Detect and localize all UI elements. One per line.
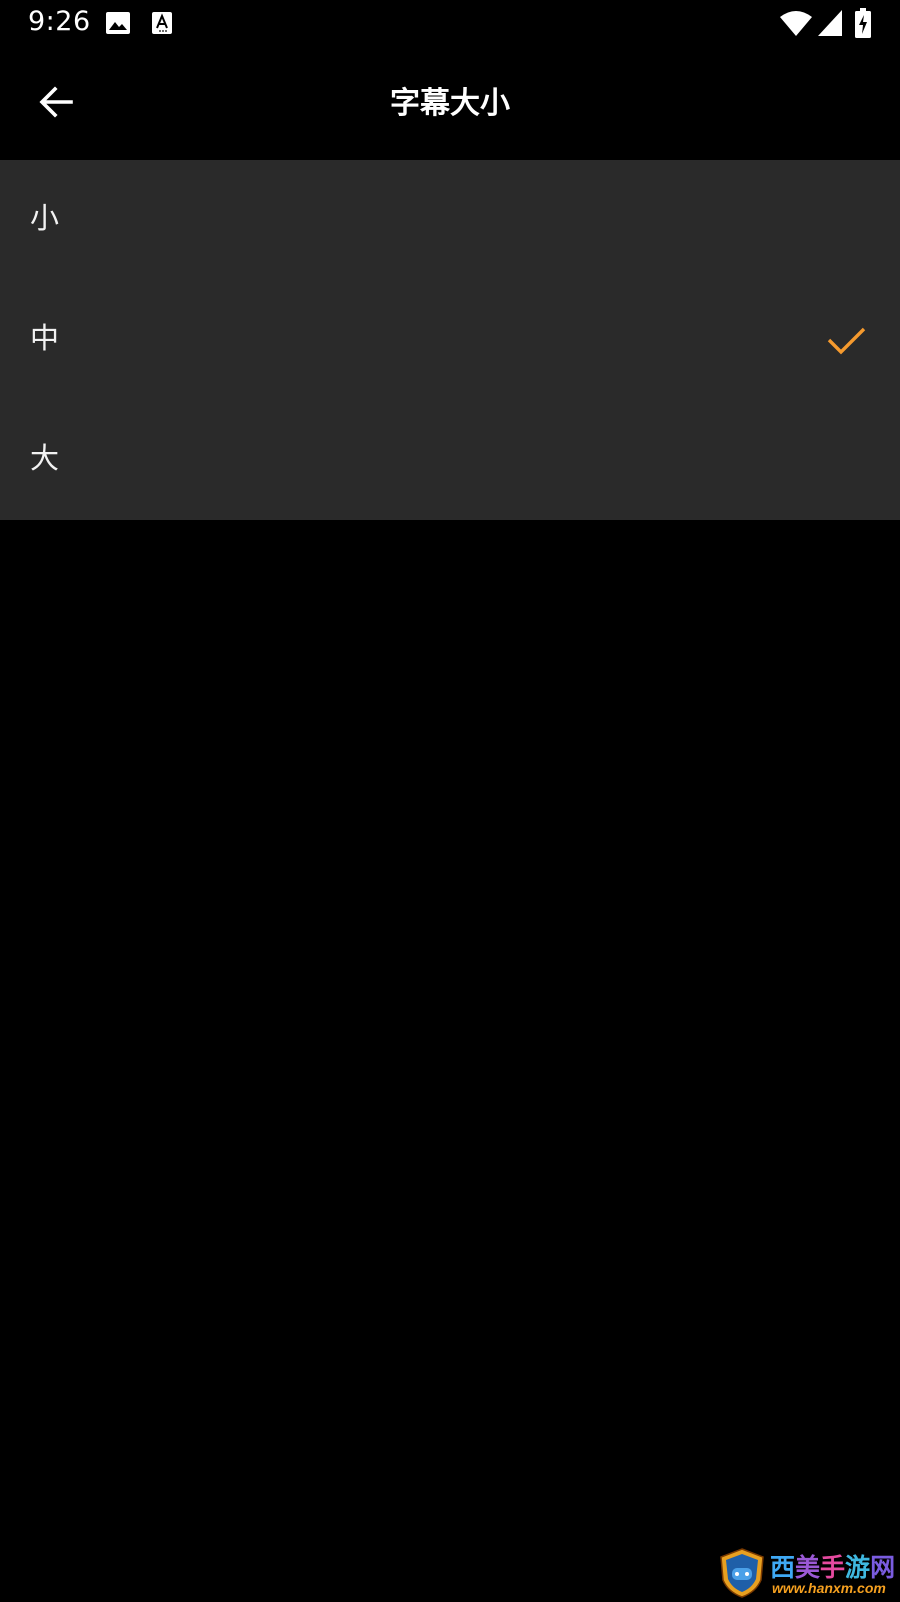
option-label: 大 <box>30 441 60 475</box>
check-icon <box>826 320 866 360</box>
watermark-char: 美 <box>795 1553 821 1582</box>
option-label: 小 <box>30 201 60 235</box>
watermark-url: www.hanxm.com <box>772 1580 886 1596</box>
accessibility-text-icon <box>152 12 172 38</box>
cellular-signal-icon <box>818 10 842 40</box>
watermark-char: 手 <box>820 1553 846 1582</box>
watermark-text: 西美手游网 <box>770 1548 895 1584</box>
status-time: 9:26 <box>28 6 91 37</box>
watermark-char: 网 <box>870 1553 896 1582</box>
watermark-char: 游 <box>845 1553 871 1582</box>
battery-charging-icon <box>855 8 871 42</box>
app-bar: 字幕大小 <box>0 48 900 160</box>
option-large[interactable]: 大 <box>0 400 900 520</box>
option-medium[interactable]: 中 <box>0 280 900 400</box>
page-title: 字幕大小 <box>390 86 510 121</box>
option-list: 小 中 大 <box>0 160 900 520</box>
status-bar: 9:26 <box>0 0 900 48</box>
option-label: 中 <box>30 321 60 355</box>
watermark-char: 西 <box>770 1553 796 1582</box>
image-icon <box>106 12 130 38</box>
shield-logo-icon <box>718 1548 766 1598</box>
option-small[interactable]: 小 <box>0 160 900 280</box>
watermark: 西美手游网 www.hanxm.com <box>716 1546 896 1600</box>
wifi-icon <box>780 10 812 40</box>
